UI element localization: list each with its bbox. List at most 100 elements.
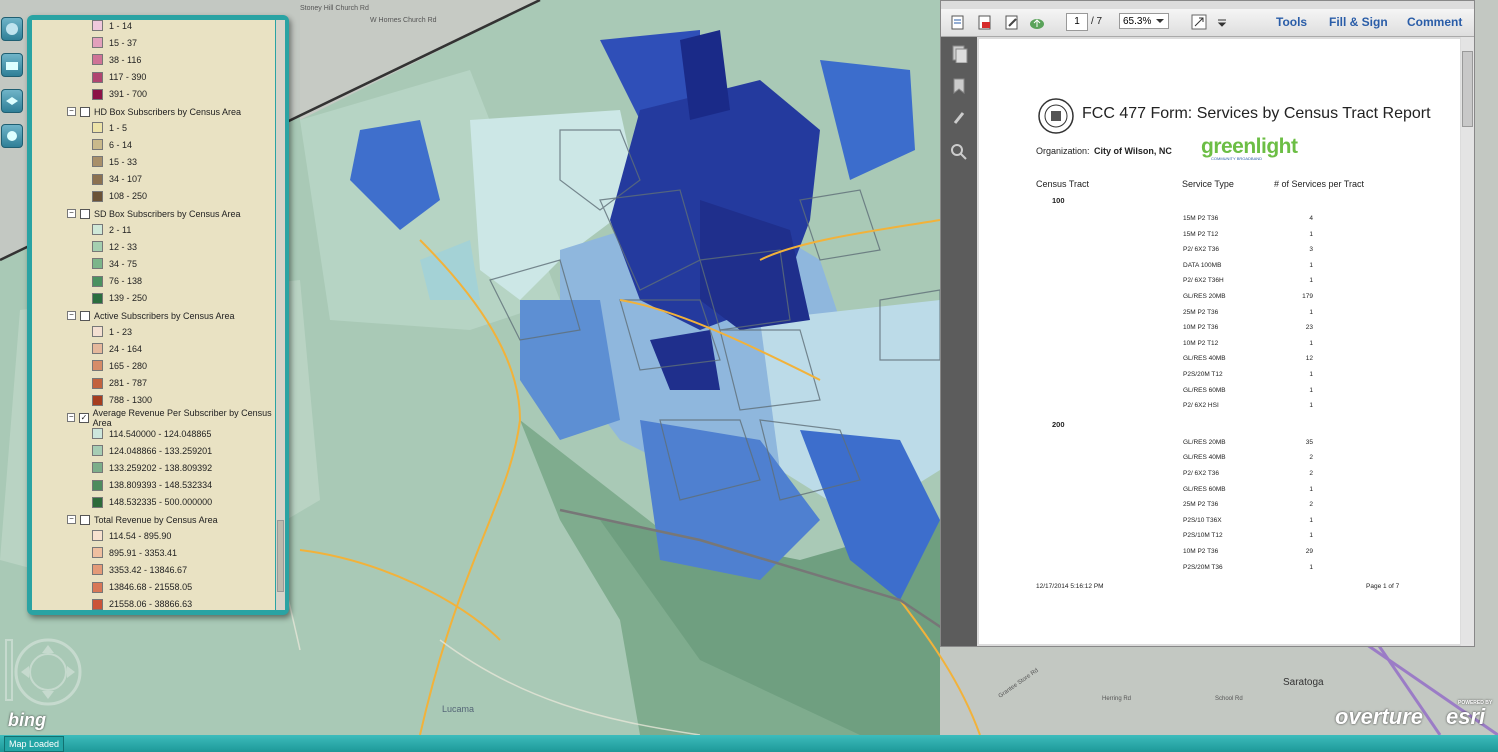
map-tool-button[interactable] [1, 53, 23, 77]
legend-swatch [92, 598, 103, 610]
legend-item: 34 - 107 [92, 171, 142, 188]
legend-item-label: 788 - 1300 [109, 395, 153, 406]
create-pdf-icon[interactable] [950, 14, 966, 30]
legend-item-label: 281 - 787 [109, 378, 148, 389]
service-type-cell: GL/RES 20MB [1183, 438, 1226, 446]
pdf-side-panel [941, 37, 977, 646]
footer-page: Page 1 of 7 [1366, 583, 1400, 590]
layer-checkbox[interactable] [80, 106, 90, 117]
service-type-cell: 10M P2 T12 [1183, 339, 1219, 347]
legend-swatch [92, 224, 103, 235]
service-count-cell: 1 [1309, 485, 1313, 493]
legend-item-label: 148.532335 - 500.000000 [109, 497, 213, 508]
legend-swatch [92, 292, 103, 304]
legend-item-label: 76 - 138 [109, 276, 143, 287]
comment-button[interactable]: Comment [1407, 15, 1462, 29]
legend-group-header[interactable]: − ✓ Average Revenue Per Subscriber by Cens… [67, 408, 275, 428]
collapse-toggle[interactable]: − [67, 107, 76, 116]
city-seal-icon [1038, 98, 1074, 134]
pdf-scrollbar[interactable] [1461, 37, 1474, 646]
service-count-cell: 2 [1309, 454, 1313, 462]
collapse-toggle[interactable]: − [67, 311, 76, 320]
page-number-input[interactable]: 1 [1066, 13, 1088, 31]
legend-item-label: 895.91 - 3353.41 [109, 547, 178, 558]
service-type-cell: GL/RES 60MB [1183, 386, 1226, 394]
toolbar-menu-icon[interactable] [1217, 18, 1227, 28]
legend-swatch [92, 71, 103, 83]
service-type-cell: GL/RES 40MB [1183, 355, 1226, 363]
legend-item-label: 139 - 250 [109, 293, 148, 304]
legend-item-label: 34 - 107 [109, 174, 143, 185]
fullscreen-icon[interactable] [1191, 14, 1207, 30]
legend-scrollbar[interactable] [276, 20, 285, 610]
legend-item: 12 - 33 [92, 238, 137, 255]
map-tool-button[interactable] [1, 124, 23, 148]
service-count-cell: 179 [1302, 293, 1313, 300]
tools-button[interactable]: Tools [1276, 15, 1307, 29]
layer-checkbox[interactable] [80, 208, 90, 219]
legend-scroll-thumb[interactable] [277, 520, 284, 592]
service-count-cell: 3 [1309, 246, 1313, 254]
layer-checkbox[interactable] [80, 310, 90, 321]
legend-item: 2 - 11 [92, 221, 131, 238]
pdf-export-icon[interactable] [977, 14, 993, 30]
overture-logo: overture [1335, 704, 1424, 729]
service-count-cell: 1 [1309, 532, 1313, 540]
legend-item-label: 3353.42 - 13846.67 [109, 564, 188, 575]
legend-item: 34 - 75 [92, 255, 137, 272]
bookmark-icon[interactable] [950, 77, 968, 95]
legend-swatch [92, 326, 103, 337]
legend-item: 3353.42 - 13846.67 [92, 561, 187, 578]
layer-checkbox[interactable]: ✓ [79, 412, 89, 423]
legend-swatch [92, 275, 103, 287]
legend-group-header[interactable]: − Active Subscribers by Census Area [67, 307, 235, 324]
attachment-icon[interactable] [950, 109, 968, 127]
collapse-toggle[interactable]: − [67, 413, 76, 422]
legend-group-header[interactable]: − Total Revenue by Census Area [67, 511, 218, 528]
collapse-toggle[interactable]: − [67, 515, 76, 524]
legend-item: 1 - 23 [92, 323, 132, 340]
service-count-cell: 1 [1309, 230, 1313, 238]
service-type-cell: P2/ 6X2 T36H [1183, 277, 1224, 285]
org-value: City of Wilson, NC [1094, 146, 1172, 156]
footer-date: 12/17/2014 5:16:12 PM [1036, 583, 1104, 590]
legend-swatch [92, 496, 103, 508]
page-count-label: / 7 [1091, 16, 1103, 27]
legend-item: 391 - 700 [92, 86, 147, 103]
service-type-cell: P2/ 6X2 T36 [1183, 246, 1220, 254]
edit-icon[interactable] [1004, 14, 1020, 30]
bing-logo: bing [8, 710, 46, 730]
legend-item: 139 - 250 [92, 290, 147, 307]
legend-item-label: 6 - 14 [109, 139, 133, 150]
pdf-scroll-thumb[interactable] [1462, 51, 1473, 127]
legend-content[interactable]: 1 - 14 15 - 37 38 - 116 117 - 390 391 - 700 −… [32, 20, 275, 610]
legend-item: 15 - 37 [92, 34, 137, 51]
cloud-upload-icon[interactable] [1029, 14, 1045, 30]
service-type-cell: P2S/20M T36 [1183, 563, 1223, 571]
legend-swatch [92, 122, 103, 133]
legend-swatch [92, 54, 103, 66]
search-icon[interactable] [950, 143, 968, 161]
globe-icon [6, 23, 18, 35]
service-count-cell: 1 [1309, 516, 1313, 524]
legend-item: 117 - 390 [92, 69, 146, 86]
legend-swatch [92, 241, 103, 253]
pdf-viewer-window: 1 / 7 65.3% Tools Fill & Sign Comment FC… [940, 0, 1475, 647]
legend-swatch [92, 394, 103, 406]
legend-group-header[interactable]: − HD Box Subscribers by Census Area [67, 103, 241, 120]
service-type-cell: 25M P2 T36 [1183, 308, 1219, 316]
collapse-toggle[interactable]: − [67, 209, 76, 218]
map-label: W Hornes Church Rd [370, 17, 437, 24]
legend-item-label: 1 - 14 [109, 20, 133, 31]
legend-group-header[interactable]: − SD Box Subscribers by Census Area [67, 205, 241, 222]
service-count-cell: 1 [1309, 371, 1313, 378]
service-type-cell: P2S/20M T12 [1183, 371, 1223, 378]
map-tool-button[interactable] [1, 89, 23, 113]
legend-item-label: 133.259202 - 138.809392 [109, 462, 213, 473]
pages-icon[interactable] [950, 45, 968, 63]
chevron-down-icon[interactable] [1155, 16, 1165, 26]
legend-swatch [92, 343, 103, 355]
layer-checkbox[interactable] [80, 514, 90, 525]
map-tool-button[interactable] [1, 17, 23, 41]
fill-sign-button[interactable]: Fill & Sign [1329, 15, 1388, 29]
